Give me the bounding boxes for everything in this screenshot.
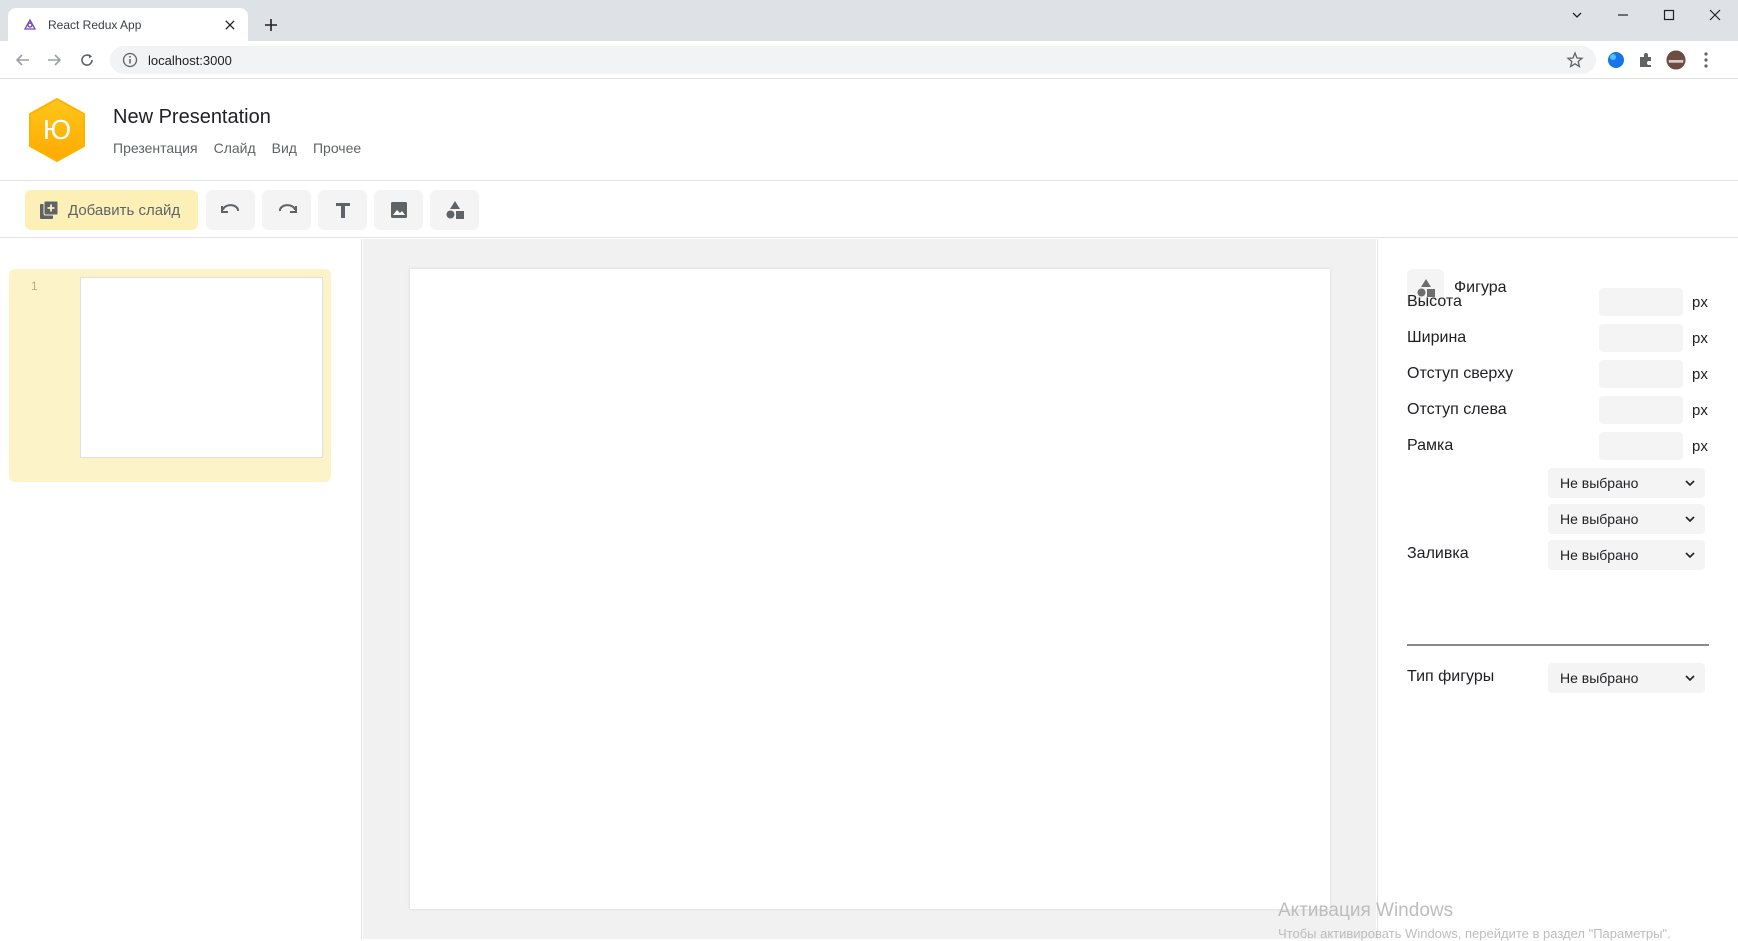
left-offset-input[interactable]: [1599, 396, 1683, 424]
chevron-down-icon: [1685, 480, 1695, 486]
shape-type-row: Тип фигуры: [1407, 663, 1547, 691]
address-bar[interactable]: localhost:3000: [110, 46, 1596, 74]
left-offset-label: Отступ слева: [1407, 401, 1507, 418]
react-redux-icon: [22, 17, 38, 33]
redo-button[interactable]: [262, 190, 311, 230]
height-input[interactable]: [1599, 288, 1683, 316]
add-image-button[interactable]: [374, 190, 423, 230]
fill-label: Заливка: [1407, 545, 1469, 562]
extension-icons: [1606, 50, 1716, 70]
chevron-down-icon: [1685, 552, 1695, 558]
url-text: localhost:3000: [148, 52, 232, 68]
browser-toolbar: localhost:3000: [0, 41, 1738, 79]
width-label: Ширина: [1407, 329, 1467, 346]
slide-thumbnail[interactable]: [80, 277, 323, 458]
border-label: Рамка: [1407, 437, 1454, 454]
menu-other[interactable]: Прочее: [313, 140, 361, 156]
section-divider: [1407, 644, 1709, 646]
border-unit: px: [1692, 437, 1708, 455]
profile-avatar-icon[interactable]: [1666, 50, 1686, 70]
height-label: Высота: [1407, 293, 1462, 310]
top-offset-input[interactable]: [1599, 360, 1683, 388]
width-input[interactable]: [1599, 324, 1683, 352]
add-slide-icon: [39, 200, 59, 220]
browser-tabstrip: React Redux App: [0, 0, 1738, 41]
fill-value: Не выбрано: [1560, 547, 1639, 563]
menu-presentation[interactable]: Презентация: [113, 140, 198, 156]
border-style-value: Не выбрано: [1560, 475, 1639, 491]
chevron-down-icon: [1685, 516, 1695, 522]
undo-icon: [220, 202, 242, 218]
fill-row: Заливка: [1407, 540, 1547, 568]
app-header: Ю New Presentation Презентация Слайд Вид…: [0, 80, 1738, 181]
tab-search-icon[interactable]: [1554, 0, 1600, 30]
info-icon[interactable]: [122, 52, 138, 68]
presentation-title[interactable]: New Presentation: [113, 106, 271, 129]
add-slide-label: Добавить слайд: [68, 201, 181, 219]
left-offset-unit: px: [1692, 401, 1708, 419]
slide-number: 1: [31, 279, 38, 293]
forward-arrow-icon[interactable]: [42, 48, 66, 72]
new-tab-button[interactable]: [260, 14, 282, 36]
border-color-value: Не выбрано: [1560, 511, 1639, 527]
menu-slide[interactable]: Слайд: [214, 140, 256, 156]
menu-view[interactable]: Вид: [272, 140, 297, 156]
left-offset-row: Отступ слева px: [1407, 396, 1712, 424]
windows-activation-title: Активация Windows: [1278, 900, 1454, 921]
height-unit: px: [1692, 293, 1708, 311]
border-row: Рамка px: [1407, 432, 1712, 460]
image-icon: [390, 201, 408, 219]
editor-toolbar: Добавить слайд: [0, 182, 1738, 238]
top-offset-label: Отступ сверху: [1407, 365, 1514, 382]
canvas-area: [363, 239, 1376, 939]
back-arrow-icon[interactable]: [11, 48, 35, 72]
extension-globe-icon[interactable]: [1606, 50, 1626, 70]
width-unit: px: [1692, 329, 1708, 347]
border-width-input[interactable]: [1599, 432, 1683, 460]
chevron-down-icon: [1685, 675, 1695, 681]
minimize-button[interactable]: [1600, 0, 1646, 30]
add-slide-button[interactable]: Добавить слайд: [25, 190, 198, 230]
redo-icon: [276, 202, 298, 218]
width-row: Ширина px: [1407, 324, 1712, 352]
properties-panel: Фигура Высота px Ширина px Отступ сверху…: [1377, 239, 1738, 939]
fill-select[interactable]: Не выбрано: [1548, 540, 1705, 570]
text-icon: [334, 201, 352, 219]
tab-title: React Redux App: [48, 17, 142, 32]
close-window-button[interactable]: [1692, 0, 1738, 30]
shape-type-value: Не выбрано: [1560, 670, 1639, 686]
slide-list-item[interactable]: 1: [9, 269, 331, 482]
browser-tab[interactable]: React Redux App: [8, 8, 248, 41]
reload-icon[interactable]: [75, 48, 99, 72]
undo-button[interactable]: [206, 190, 255, 230]
logo-letter: Ю: [42, 114, 72, 145]
height-row: Высота px: [1407, 288, 1712, 316]
main-menu: Презентация Слайд Вид Прочее: [113, 140, 361, 156]
add-shape-button[interactable]: [430, 190, 479, 230]
close-tab-icon[interactable]: [222, 17, 238, 33]
bookmark-star-icon[interactable]: [1566, 51, 1584, 69]
slides-panel: 1: [0, 239, 362, 939]
browser-menu-icon[interactable]: [1696, 50, 1716, 70]
shapes-icon: [445, 200, 465, 220]
shape-type-select[interactable]: Не выбрано: [1548, 663, 1705, 693]
maximize-button[interactable]: [1646, 0, 1692, 30]
border-color-select[interactable]: Не выбрано: [1548, 504, 1705, 534]
border-style-select[interactable]: Не выбрано: [1548, 468, 1705, 498]
window-controls: [1554, 0, 1738, 30]
slide-canvas[interactable]: [410, 269, 1330, 909]
top-offset-row: Отступ сверху px: [1407, 360, 1712, 388]
top-offset-unit: px: [1692, 365, 1708, 383]
extensions-puzzle-icon[interactable]: [1636, 50, 1656, 70]
shape-type-label: Тип фигуры: [1407, 668, 1495, 685]
app-logo: Ю: [26, 97, 88, 163]
add-text-button[interactable]: [318, 190, 367, 230]
